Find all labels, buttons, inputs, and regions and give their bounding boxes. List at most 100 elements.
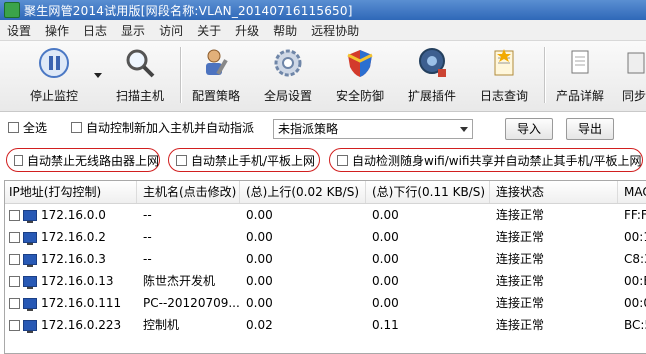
computer-icon <box>23 254 37 267</box>
hostname-cell[interactable]: 控制机 <box>137 314 240 336</box>
download-cell: 0.00 <box>372 252 399 266</box>
hostname-cell[interactable]: -- <box>137 204 240 226</box>
status-cell: 连接正常 <box>496 252 545 266</box>
magnifier-icon <box>124 47 156 79</box>
hostname-cell[interactable]: 陈世杰开发机 <box>137 270 240 292</box>
upload-cell: 0.00 <box>246 252 273 266</box>
column-header-mac[interactable]: MAC <box>618 181 646 203</box>
app-icon <box>4 2 20 18</box>
status-cell: 连接正常 <box>496 274 545 288</box>
global-settings-button[interactable]: 全局设置 <box>258 47 318 107</box>
status-cell: 连接正常 <box>496 296 545 310</box>
table-row[interactable]: 172.16.0.3 -- 0.00 0.00 连接正常 C8:3A <box>5 248 646 270</box>
configure-policy-button[interactable]: 配置策略 <box>186 47 246 107</box>
import-button[interactable]: 导入 <box>505 118 553 140</box>
menu-access[interactable]: 访问 <box>152 22 190 39</box>
hostname-cell[interactable]: -- <box>137 248 240 270</box>
auto-control-label: 自动控制新加入主机并自动指派 <box>86 121 255 135</box>
download-cell: 0.11 <box>372 318 399 332</box>
computer-icon <box>23 276 37 289</box>
ip-address: 172.16.0.0 <box>41 208 106 222</box>
table-row[interactable]: 172.16.0.111 PC--20120709... 0.00 0.00 连接正常 0… <box>5 292 646 314</box>
detect-wifi-option[interactable]: 自动检测随身wifi/wifi共享并自动禁止其手机/平板上网 <box>329 148 643 172</box>
select-all-label: 全选 <box>23 121 48 135</box>
mac-cell: BC:5D <box>624 318 646 332</box>
ip-cell: 172.16.0.13 <box>5 270 137 292</box>
menu-bar: 设置 操作 日志 显示 访问 关于 升级 帮助 远程协助 <box>0 20 646 41</box>
menu-upgrade[interactable]: 升级 <box>228 22 266 39</box>
row-checkbox[interactable] <box>9 210 20 221</box>
upload-cell: 0.00 <box>246 274 273 288</box>
ip-cell: 172.16.0.3 <box>5 248 137 270</box>
menu-settings[interactable]: 设置 <box>0 22 38 39</box>
plugin-icon <box>416 47 448 79</box>
computer-icon <box>23 232 37 245</box>
menu-log[interactable]: 日志 <box>76 22 114 39</box>
row-checkbox[interactable] <box>9 320 20 331</box>
table-row[interactable]: 172.16.0.2 -- 0.00 0.00 连接正常 00:19 <box>5 226 646 248</box>
ip-cell: 172.16.0.0 <box>5 204 137 226</box>
detect-wifi-checkbox[interactable] <box>337 154 348 166</box>
table-row[interactable]: 172.16.0.0 -- 0.00 0.00 连接正常 FF:FF <box>5 204 646 226</box>
chevron-down-icon[interactable] <box>94 73 102 78</box>
hostname-cell[interactable]: -- <box>137 226 240 248</box>
stop-monitor-button[interactable]: 停止监控 <box>24 47 84 107</box>
computer-icon <box>23 298 37 311</box>
ip-address: 172.16.0.2 <box>41 230 106 244</box>
window-title: 聚生网管2014试用版[网段名称:VLAN_20140716115650] <box>24 3 353 18</box>
row-checkbox[interactable] <box>9 232 20 243</box>
auto-control-checkbox[interactable] <box>71 122 83 133</box>
toolbar: 停止监控 扫描主机 配置策略 全局设置 安全防御 扩展插件 日志查询 产品详解 … <box>0 41 646 112</box>
column-header-status[interactable]: 连接状态 <box>490 181 618 203</box>
upload-cell: 0.00 <box>246 296 273 310</box>
wrench-person-icon <box>200 47 232 79</box>
hostname-cell[interactable]: PC--20120709... <box>137 292 240 314</box>
column-header-ip[interactable]: IP地址(打勾控制) <box>5 181 137 203</box>
ip-address: 172.16.0.223 <box>41 318 122 332</box>
column-header-hostname[interactable]: 主机名(点击修改) <box>137 181 240 203</box>
menu-operations[interactable]: 操作 <box>38 22 76 39</box>
column-header-upload[interactable]: (总)上行(0.02 KB/S) <box>240 181 366 203</box>
table-row[interactable]: 172.16.0.223 控制机 0.02 0.11 连接正常 BC:5D <box>5 314 646 336</box>
product-details-button[interactable]: 产品详解 <box>550 47 610 107</box>
menu-remote-assist[interactable]: 远程协助 <box>304 22 366 39</box>
select-all-checkbox[interactable] <box>8 122 19 133</box>
ip-cell: 172.16.0.2 <box>5 226 137 248</box>
security-defense-button[interactable]: 安全防御 <box>330 47 390 107</box>
ip-cell: 172.16.0.111 <box>5 292 137 314</box>
policy-select[interactable]: 未指派策略 <box>273 119 473 139</box>
ip-cell: 172.16.0.223 <box>5 314 137 336</box>
upload-cell: 0.00 <box>246 208 273 222</box>
mac-cell: C8:3A <box>624 252 646 266</box>
ip-address: 172.16.0.3 <box>41 252 106 266</box>
column-header-download[interactable]: (总)下行(0.11 KB/S) <box>366 181 490 203</box>
menu-display[interactable]: 显示 <box>114 22 152 39</box>
ip-address: 172.16.0.111 <box>41 296 122 310</box>
download-cell: 0.00 <box>372 230 399 244</box>
ban-mobile-checkbox[interactable] <box>176 154 187 166</box>
ban-router-checkbox[interactable] <box>14 154 23 166</box>
shield-icon <box>344 47 376 79</box>
sync-button[interactable]: 同步 <box>622 47 646 107</box>
log-icon <box>488 47 520 79</box>
row-checkbox[interactable] <box>9 298 20 309</box>
export-button[interactable]: 导出 <box>566 118 614 140</box>
status-cell: 连接正常 <box>496 318 545 332</box>
ban-router-label: 自动禁止无线路由器上网 <box>26 153 159 168</box>
ban-mobile-label: 自动禁止手机/平板上网 <box>191 153 316 168</box>
menu-about[interactable]: 关于 <box>190 22 228 39</box>
toolbar-separator <box>180 47 182 103</box>
table-row[interactable]: 172.16.0.13 陈世杰开发机 0.00 0.00 连接正常 00:E0 <box>5 270 646 292</box>
menu-help[interactable]: 帮助 <box>266 22 304 39</box>
row-checkbox[interactable] <box>9 254 20 265</box>
row-checkbox[interactable] <box>9 276 20 287</box>
log-query-button[interactable]: 日志查询 <box>474 47 534 107</box>
scan-hosts-button[interactable]: 扫描主机 <box>110 47 170 107</box>
extension-plugin-button[interactable]: 扩展插件 <box>402 47 462 107</box>
mac-cell: 00:19 <box>624 230 646 244</box>
status-cell: 连接正常 <box>496 208 545 222</box>
host-table: IP地址(打勾控制) 主机名(点击修改) (总)上行(0.02 KB/S) (总… <box>4 180 646 354</box>
table-header: IP地址(打勾控制) 主机名(点击修改) (总)上行(0.02 KB/S) (总… <box>5 181 646 204</box>
ban-router-option[interactable]: 自动禁止无线路由器上网 <box>6 148 160 172</box>
ban-mobile-option[interactable]: 自动禁止手机/平板上网 <box>168 148 320 172</box>
